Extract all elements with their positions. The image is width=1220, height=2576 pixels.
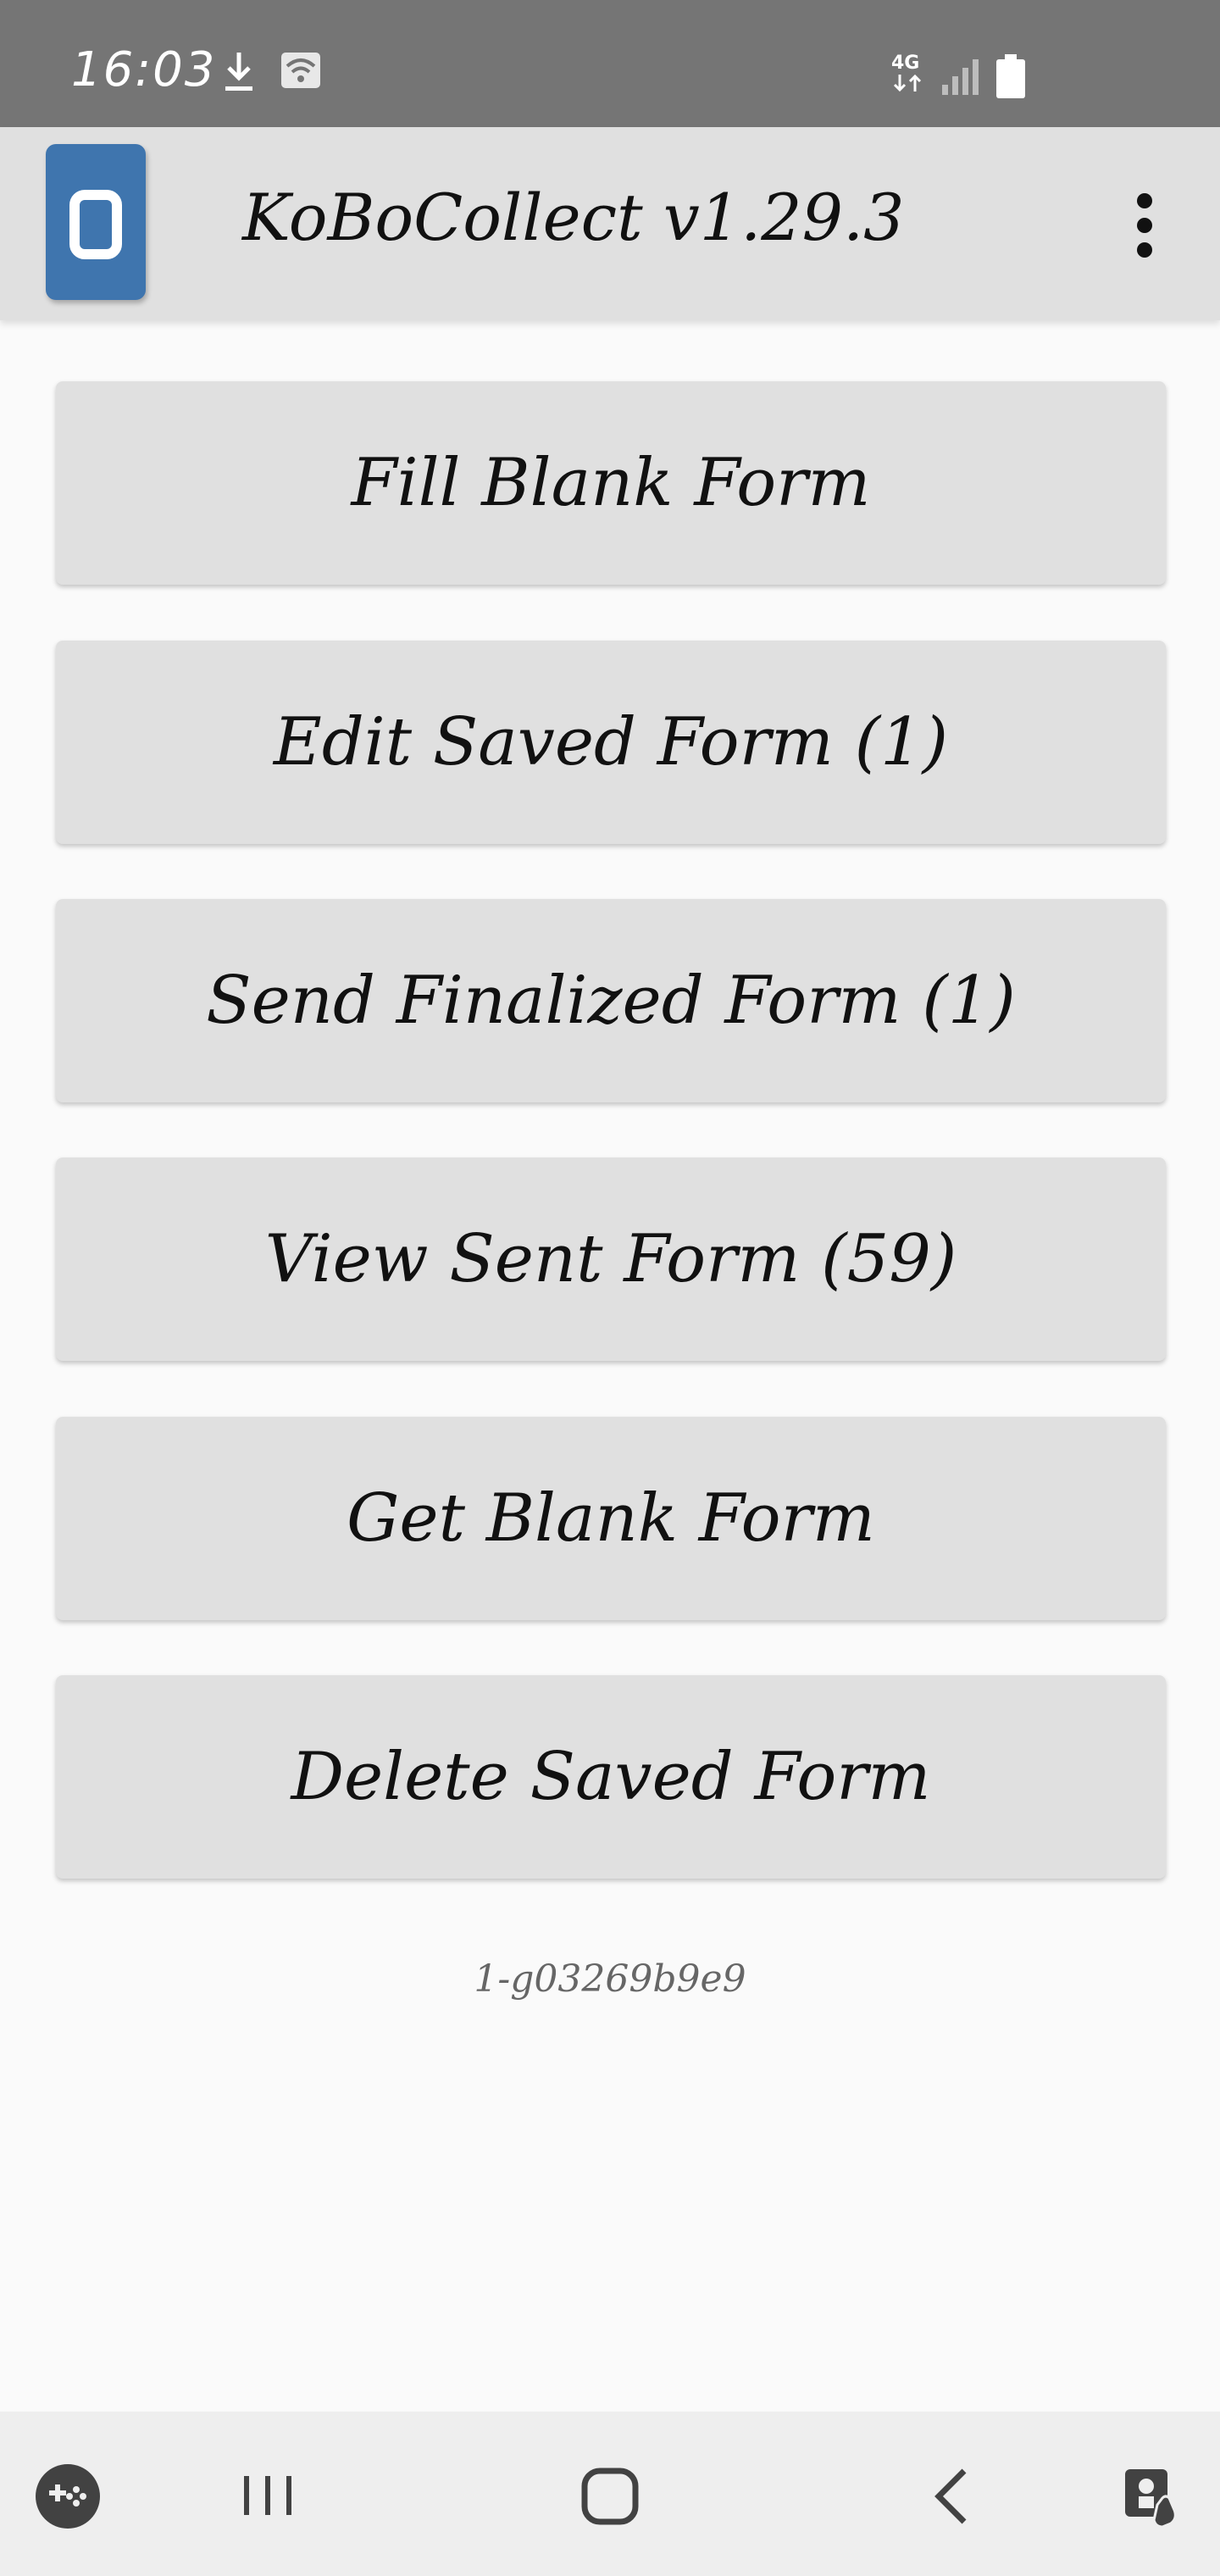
edit-saved-form-button[interactable]: Edit Saved Form (1) <box>56 641 1166 844</box>
get-blank-form-button[interactable]: Get Blank Form <box>56 1417 1166 1620</box>
download-icon <box>222 51 256 97</box>
recent-apps-icon[interactable] <box>217 2446 319 2547</box>
accessibility-icon[interactable] <box>1101 2446 1203 2547</box>
delete-saved-form-button[interactable]: Delete Saved Form <box>56 1675 1166 1879</box>
status-time: 16:03 <box>71 42 217 97</box>
app-title: KoBoCollect v1.29.3 <box>242 180 905 255</box>
fill-blank-form-button[interactable]: Fill Blank Form <box>56 381 1166 585</box>
game-launcher-icon[interactable] <box>17 2446 119 2547</box>
send-finalized-form-button[interactable]: Send Finalized Form (1) <box>56 899 1166 1102</box>
status-bar: 16:03 4G <box>0 0 1220 127</box>
battery-icon <box>996 54 1025 102</box>
more-vert-icon[interactable] <box>1123 190 1167 261</box>
view-sent-form-button[interactable]: View Sent Form (59) <box>56 1158 1166 1361</box>
home-icon[interactable] <box>559 2446 661 2547</box>
version-code: 1-g03269b9e9 <box>474 1957 746 2001</box>
network-label: 4G <box>891 53 920 74</box>
app-bar: KoBoCollect v1.29.3 <box>0 127 1220 320</box>
back-icon[interactable] <box>901 2446 1003 2547</box>
kobo-logo-icon <box>46 144 146 300</box>
wifi-icon <box>280 51 322 93</box>
signal-icon <box>940 56 981 100</box>
mobile-data-icon: 4G <box>891 54 925 97</box>
navigation-bar <box>0 2412 1220 2576</box>
